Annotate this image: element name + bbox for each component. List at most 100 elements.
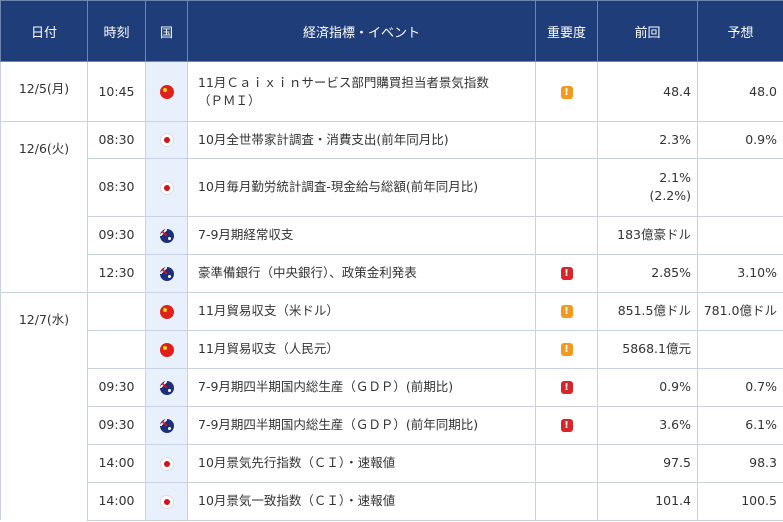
table-header-row: 日付 時刻 国 経済指標・イベント 重要度 前回 予想 xyxy=(0,0,783,62)
country-cell xyxy=(145,253,188,293)
previous-revised-value: (2.2%) xyxy=(649,188,691,203)
time-text: 14:00 xyxy=(98,493,135,508)
australia-flag-icon xyxy=(159,266,174,281)
previous-cell: 851.5億ドル xyxy=(597,291,698,331)
date-cell xyxy=(0,158,88,216)
header-time: 時刻 xyxy=(87,0,146,62)
date-cell: 12/6(火) xyxy=(0,121,88,158)
table-row: 12/7(水) 11月貿易収支（米ドル）! 851.5億ドル 781.0億ドル xyxy=(0,291,783,331)
event-name: 7-9月期四半期国内総生産（ＧＤＰ）(前期比) xyxy=(198,379,454,394)
time-text: 09:30 xyxy=(98,379,135,394)
date-text: 12/7(水) xyxy=(18,311,70,327)
previous-cell: 2.3% xyxy=(597,121,698,159)
country-cell xyxy=(145,443,188,483)
importance-alert-icon: ! xyxy=(560,419,573,432)
importance-alert-icon: ! xyxy=(560,381,573,394)
importance-cell xyxy=(535,157,598,217)
date-cell xyxy=(0,368,88,406)
time-text: 08:30 xyxy=(98,179,135,194)
time-text: 10:45 xyxy=(98,83,135,99)
country-cell xyxy=(145,367,188,407)
forecast-value: 48.0 xyxy=(749,83,777,99)
event-name: 11月貿易収支（米ドル） xyxy=(198,303,339,318)
forecast-cell: 48.0 xyxy=(697,61,783,122)
previous-cell: 2.1% (2.2%) xyxy=(597,157,698,217)
time-cell: 10:45 xyxy=(87,61,146,122)
event-cell: 7-9月期四半期国内総生産（ＧＤＰ）(前期比) xyxy=(187,367,536,407)
china-flag-icon xyxy=(159,342,174,357)
forecast-value: 6.1% xyxy=(745,417,777,432)
time-text: 12:30 xyxy=(98,265,135,280)
forecast-cell xyxy=(697,157,783,217)
date-cell xyxy=(0,216,88,254)
header-event: 経済指標・イベント xyxy=(187,0,536,62)
table-row: 14:00 10月景気一致指数（ＣＩ）・速報値 101.4 100.5 xyxy=(0,481,783,521)
header-previous: 前回 xyxy=(597,0,698,62)
event-cell: 10月毎月勤労統計調査-現金給与総額(前年同月比) xyxy=(187,157,536,217)
japan-flag-icon xyxy=(159,133,174,148)
importance-cell: ! xyxy=(535,329,598,369)
date-cell: 12/7(水) xyxy=(0,291,88,330)
importance-cell xyxy=(535,481,598,521)
previous-cell: 0.9% xyxy=(597,367,698,407)
previous-cell: 5868.1億元 xyxy=(597,329,698,369)
previous-value: 0.9% xyxy=(659,379,691,394)
date-cell xyxy=(0,444,88,482)
event-name: 7-9月期経常収支 xyxy=(198,227,294,242)
event-cell: 10月全世帯家計調査・消費支出(前年同月比) xyxy=(187,121,536,159)
forecast-cell: 0.9% xyxy=(697,121,783,159)
event-name: 10月毎月勤労統計調査-現金給与総額(前年同月比) xyxy=(198,179,479,194)
china-flag-icon xyxy=(159,304,174,319)
country-cell xyxy=(145,329,188,369)
table-row: 14:00 10月景気先行指数（ＣＩ）・速報値 97.5 98.3 xyxy=(0,443,783,483)
forecast-value: 0.7% xyxy=(745,379,777,394)
time-cell: 14:00 xyxy=(87,443,146,483)
time-text: 08:30 xyxy=(98,131,135,147)
country-cell xyxy=(145,215,188,255)
table-row: 09:30 7-9月期四半期国内総生産（ＧＤＰ）(前年同期比)! 3.6% 6.1% xyxy=(0,405,783,445)
previous-cell: 97.5 xyxy=(597,443,698,483)
forecast-value: 3.10% xyxy=(737,265,777,280)
date-cell xyxy=(0,330,88,368)
date-cell xyxy=(0,254,88,292)
importance-alert-icon: ! xyxy=(560,343,573,356)
event-cell: 7-9月期四半期国内総生産（ＧＤＰ）(前年同期比) xyxy=(187,405,536,445)
event-name: 豪準備銀行（中央銀行）、政策金利発表 xyxy=(198,265,417,280)
table-row: 12:30 豪準備銀行（中央銀行）、政策金利発表! 2.85% 3.10% xyxy=(0,253,783,293)
forecast-cell xyxy=(697,329,783,369)
date-cell xyxy=(0,406,88,444)
table-row: 09:30 7-9月期四半期国内総生産（ＧＤＰ）(前期比)! 0.9% 0.7% xyxy=(0,367,783,407)
country-cell xyxy=(145,405,188,445)
time-cell: 08:30 xyxy=(87,157,146,217)
importance-alert-icon: ! xyxy=(560,85,573,99)
previous-value: 3.6% xyxy=(659,417,691,432)
event-name: 11月貿易収支（人民元） xyxy=(198,341,339,356)
importance-cell: ! xyxy=(535,291,598,331)
table-row: 11月貿易収支（人民元）! 5868.1億元 xyxy=(0,329,783,369)
previous-cell: 2.85% xyxy=(597,253,698,293)
time-cell: 09:30 xyxy=(87,367,146,407)
table-row: 08:30 10月毎月勤労統計調査-現金給与総額(前年同月比) 2.1% (2.2%) xyxy=(0,157,783,217)
previous-value: 851.5億ドル xyxy=(617,303,691,318)
event-cell: 10月景気一致指数（ＣＩ）・速報値 xyxy=(187,481,536,521)
event-name: 11月Ｃａｉｘｉｎサービス部門購買担当者景気指数 xyxy=(198,74,489,90)
australia-flag-icon xyxy=(159,228,174,243)
table-body: 12/5(月) 10:45 11月Ｃａｉｘｉｎサービス部門購買担当者景気指数 （ＰＭＩ… xyxy=(0,61,783,521)
date-cell: 12/5(月) xyxy=(0,61,88,122)
table-row: 09:30 7-9月期経常収支 183億豪ドル xyxy=(0,215,783,255)
time-cell: 09:30 xyxy=(87,215,146,255)
table-row: 12/6(火) 08:30 10月全世帯家計調査・消費支出(前年同月比) 2.3% 0.… xyxy=(0,121,783,159)
country-cell xyxy=(145,121,188,159)
previous-value: 2.85% xyxy=(651,265,691,280)
previous-value: 48.4 xyxy=(663,83,691,99)
previous-value: 2.3% xyxy=(659,131,691,147)
event-name: 7-9月期四半期国内総生産（ＧＤＰ）(前年同期比) xyxy=(198,417,479,432)
japan-flag-icon xyxy=(159,456,174,471)
previous-cell: 3.6% xyxy=(597,405,698,445)
header-importance: 重要度 xyxy=(535,0,598,62)
economic-calendar-table: 日付 時刻 国 経済指標・イベント 重要度 前回 予想 12/5(月) 10:45… xyxy=(0,0,783,521)
importance-alert-icon: ! xyxy=(560,267,573,280)
event-cell: 10月景気先行指数（ＣＩ）・速報値 xyxy=(187,443,536,483)
forecast-cell: 100.5 xyxy=(697,481,783,521)
australia-flag-icon xyxy=(159,418,174,433)
